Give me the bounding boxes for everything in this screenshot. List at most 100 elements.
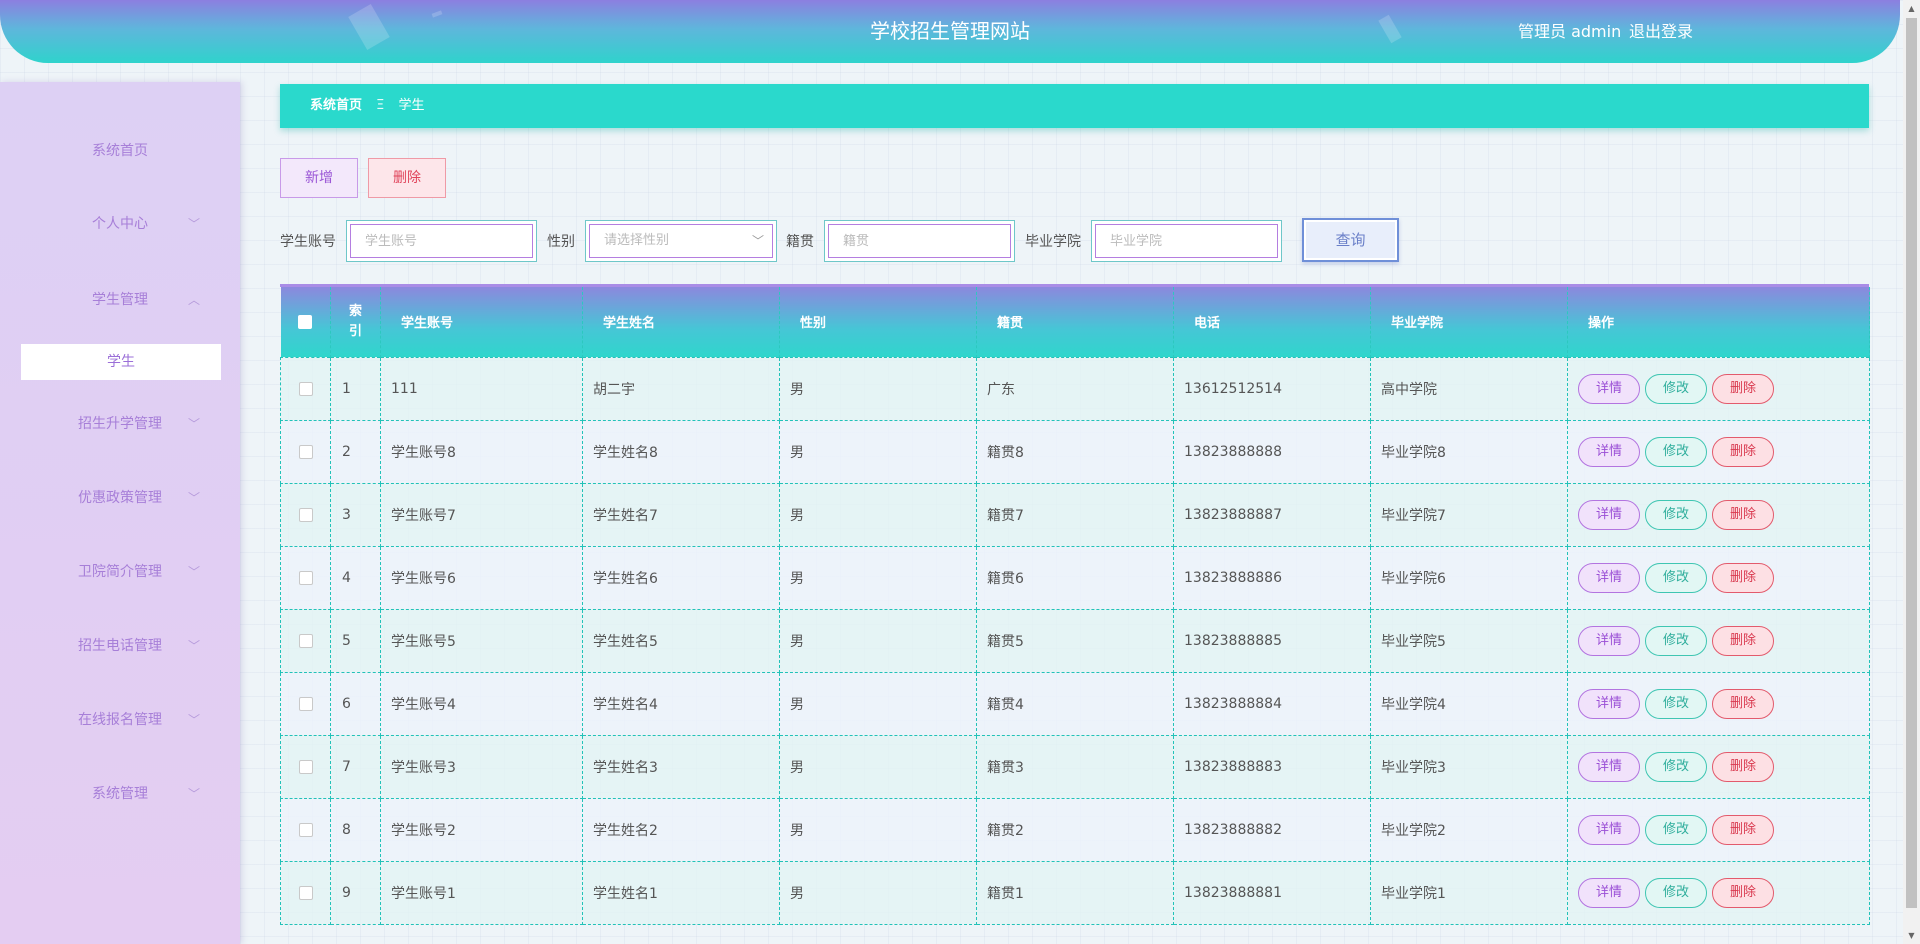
college-search-input[interactable] xyxy=(1110,221,1263,261)
cell-native: 籍贯6 xyxy=(976,545,1174,610)
account-label: 学生账号 xyxy=(280,234,336,250)
chevron-up-icon: ︿ xyxy=(188,293,201,307)
row-checkbox[interactable] xyxy=(298,696,313,711)
row-index: 5 xyxy=(330,608,381,673)
detail-button[interactable]: 详情 xyxy=(1578,877,1640,908)
cell-account: 学生账号5 xyxy=(380,608,583,673)
edit-button[interactable]: 修改 xyxy=(1645,877,1707,908)
detail-button[interactable]: 详情 xyxy=(1578,373,1640,404)
edit-button[interactable]: 修改 xyxy=(1645,499,1707,530)
delete-button[interactable]: 删除 xyxy=(1712,877,1774,908)
cell-native: 籍贯4 xyxy=(976,671,1174,736)
table-row: 5 学生账号5 学生姓名5 男籍贯5 13823888885 毕业学院5 详情 修改 删除 xyxy=(280,608,1870,673)
sidebar-item-label: 优惠政策管理 xyxy=(78,490,162,506)
delete-button[interactable]: 删除 xyxy=(1712,499,1774,530)
sidebar-item-label: 在线报名管理 xyxy=(78,712,162,728)
row-select-cell xyxy=(280,734,331,799)
row-checkbox[interactable] xyxy=(298,822,313,837)
edit-button[interactable]: 修改 xyxy=(1645,373,1707,404)
sidebar-item-label: 学生管理 xyxy=(92,292,148,308)
detail-button[interactable]: 详情 xyxy=(1578,688,1640,719)
row-checkbox[interactable] xyxy=(298,381,313,396)
cell-phone: 13823888882 xyxy=(1173,797,1371,862)
row-select-cell xyxy=(280,860,331,925)
chevron-down-icon: ﹀ xyxy=(188,565,201,579)
row-checkbox[interactable] xyxy=(298,507,313,522)
add-button[interactable]: 新增 xyxy=(280,158,358,198)
sidebar-item-label: 系统首页 xyxy=(92,143,148,159)
logout-link[interactable]: 退出登录 xyxy=(1629,0,1693,63)
delete-button[interactable]: 删除 xyxy=(1712,373,1774,404)
edit-button[interactable]: 修改 xyxy=(1645,625,1707,656)
cell-account: 学生账号6 xyxy=(380,545,583,610)
delete-button[interactable]: 删除 xyxy=(1712,814,1774,845)
native-place-search-input[interactable] xyxy=(843,221,996,261)
edit-button[interactable]: 修改 xyxy=(1645,436,1707,467)
row-operations: 详情 修改 删除 xyxy=(1567,545,1870,610)
delete-button[interactable]: 删除 xyxy=(1712,562,1774,593)
row-operations: 详情 修改 删除 xyxy=(1567,797,1870,862)
row-index: 4 xyxy=(330,545,381,610)
row-operations: 详情 修改 删除 xyxy=(1567,671,1870,736)
sidebar-item[interactable]: 卫院简介管理 ﹀ xyxy=(0,552,240,592)
detail-button[interactable]: 详情 xyxy=(1578,814,1640,845)
cell-native: 籍贯8 xyxy=(976,419,1174,484)
detail-button[interactable]: 详情 xyxy=(1578,625,1640,656)
cell-college: 毕业学院8 xyxy=(1370,419,1568,484)
cell-college: 毕业学院3 xyxy=(1370,734,1568,799)
delete-button[interactable]: 删除 xyxy=(1712,436,1774,467)
row-index: 7 xyxy=(330,734,381,799)
row-checkbox[interactable] xyxy=(298,759,313,774)
scroll-down-arrow-icon[interactable]: ▼ xyxy=(1903,927,1920,944)
row-checkbox[interactable] xyxy=(298,885,313,900)
breadcrumb-home[interactable]: 系统首页 xyxy=(310,98,362,113)
edit-button[interactable]: 修改 xyxy=(1645,562,1707,593)
select-all-checkbox[interactable] xyxy=(298,314,313,329)
cell-account: 学生账号1 xyxy=(380,860,583,925)
batch-delete-button[interactable]: 删除 xyxy=(368,158,446,198)
sidebar-item[interactable]: 招生电话管理 ﹀ xyxy=(0,626,240,666)
cell-college: 毕业学院4 xyxy=(1370,671,1568,736)
row-checkbox[interactable] xyxy=(298,633,313,648)
cell-phone: 13823888881 xyxy=(1173,860,1371,925)
page-scrollbar[interactable]: ▲ ▼ xyxy=(1903,0,1920,944)
query-button[interactable]: 查询 xyxy=(1302,218,1399,262)
sidebar-item-label: 系统管理 xyxy=(92,786,148,802)
scrollbar-thumb[interactable] xyxy=(1906,18,1917,908)
table-row: 2 学生账号8 学生姓名8 男籍贯8 13823888888 毕业学院8 详情 修改 删除 xyxy=(280,419,1870,484)
delete-button[interactable]: 删除 xyxy=(1712,688,1774,719)
cell-native: 籍贯7 xyxy=(976,482,1174,547)
edit-button[interactable]: 修改 xyxy=(1645,751,1707,782)
cell-gender: 男 xyxy=(779,734,977,799)
account-search-field xyxy=(346,220,537,262)
edit-button[interactable]: 修改 xyxy=(1645,688,1707,719)
row-checkbox[interactable] xyxy=(298,444,313,459)
detail-button[interactable]: 详情 xyxy=(1578,751,1640,782)
sidebar-item[interactable]: 系统首页 xyxy=(0,131,240,171)
sidebar-item[interactable]: 在线报名管理 ﹀ xyxy=(0,700,240,740)
cell-name: 学生姓名5 xyxy=(582,608,780,673)
breadcrumb: 系统首页 Ξ 学生 xyxy=(280,84,1869,128)
detail-button[interactable]: 详情 xyxy=(1578,436,1640,467)
sidebar-item[interactable]: 学生管理 ︿ xyxy=(0,280,240,320)
row-select-cell xyxy=(280,545,331,610)
scroll-up-arrow-icon[interactable]: ▲ xyxy=(1903,0,1920,17)
sidebar-subitem-students[interactable]: 学生 xyxy=(21,344,221,380)
edit-button[interactable]: 修改 xyxy=(1645,814,1707,845)
delete-button[interactable]: 删除 xyxy=(1712,625,1774,656)
sidebar-item[interactable]: 系统管理 ﹀ xyxy=(0,774,240,814)
sidebar-item[interactable]: 优惠政策管理 ﹀ xyxy=(0,478,240,518)
detail-button[interactable]: 详情 xyxy=(1578,499,1640,530)
delete-button[interactable]: 删除 xyxy=(1712,751,1774,782)
account-search-input[interactable] xyxy=(365,221,518,261)
detail-button[interactable]: 详情 xyxy=(1578,562,1640,593)
table-row: 1 111 胡二宇男广东 13612512514 高中学院 详情 修改 删除 xyxy=(280,356,1870,421)
sidebar-item[interactable]: 招生升学管理 ﹀ xyxy=(0,404,240,444)
chevron-down-icon: ﹀ xyxy=(188,787,201,801)
sidebar-item[interactable]: 个人中心 ﹀ xyxy=(0,204,240,244)
row-checkbox[interactable] xyxy=(298,570,313,585)
gender-select[interactable]: 请选择性别 ﹀ xyxy=(585,220,777,262)
current-user: 管理员 admin xyxy=(1518,22,1622,41)
cell-name: 学生姓名4 xyxy=(582,671,780,736)
cell-gender: 男 xyxy=(779,419,977,484)
